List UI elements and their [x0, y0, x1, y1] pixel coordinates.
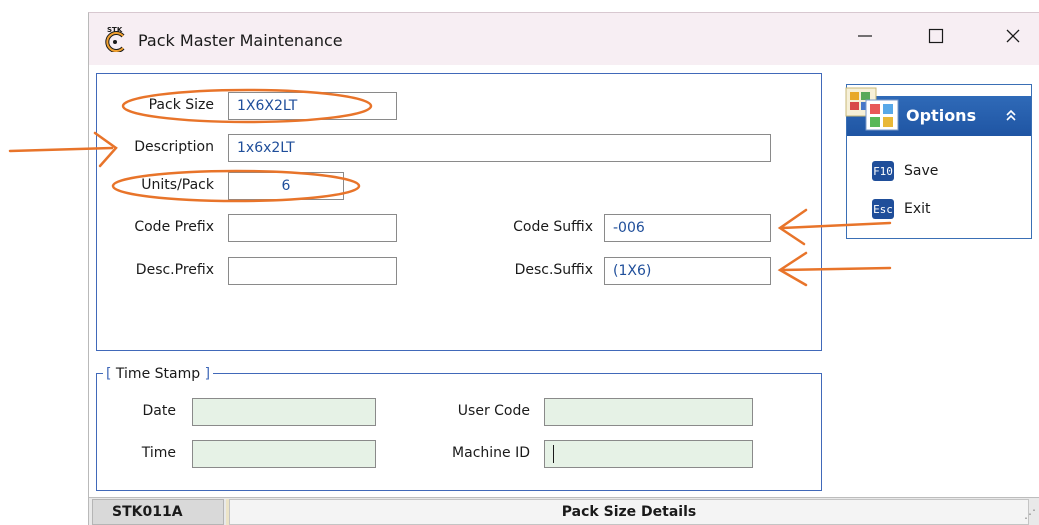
- date-label: Date: [142, 403, 176, 419]
- time-field[interactable]: [192, 440, 376, 468]
- pack-size-label: Pack Size: [148, 97, 214, 113]
- code-prefix-field[interactable]: [228, 214, 397, 242]
- window-title: Pack Master Maintenance: [138, 31, 343, 50]
- minimize-button[interactable]: [843, 20, 887, 52]
- desc-suffix-field[interactable]: (1X6): [604, 257, 771, 285]
- time-stamp-title: Time Stamp: [115, 366, 201, 382]
- status-message: Pack Size Details: [229, 499, 1029, 525]
- units-pack-label: Units/Pack: [141, 177, 214, 193]
- description-label: Description: [134, 139, 214, 155]
- description-field[interactable]: 1x6x2LT: [228, 134, 771, 162]
- time-label: Time: [141, 445, 176, 461]
- exit-label: Exit: [904, 201, 931, 217]
- options-grid-icon: [844, 86, 900, 138]
- save-label: Save: [904, 163, 939, 179]
- options-title: Options: [906, 106, 977, 125]
- resize-grip-icon[interactable]: ⋰: [1024, 507, 1036, 521]
- close-button[interactable]: [991, 20, 1035, 52]
- text-caret: [553, 445, 554, 463]
- desc-prefix-label: Desc.Prefix: [135, 262, 214, 278]
- options-collapse-button[interactable]: [1000, 104, 1022, 126]
- machine-id-label: Machine ID: [452, 445, 530, 461]
- code-suffix-field[interactable]: -006: [604, 214, 771, 242]
- time-stamp-group: [96, 373, 822, 491]
- user-code-field[interactable]: [544, 398, 753, 426]
- desc-prefix-field[interactable]: [228, 257, 397, 285]
- minimize-icon: [858, 35, 872, 37]
- close-icon: [1006, 29, 1020, 43]
- user-code-label: User Code: [457, 403, 530, 419]
- maximize-button[interactable]: [914, 20, 958, 52]
- machine-id-field[interactable]: [544, 440, 753, 468]
- desc-suffix-label: Desc.Suffix: [514, 262, 593, 278]
- code-suffix-label: Code Suffix: [513, 219, 593, 235]
- pack-size-field[interactable]: 1X6X2LT: [228, 92, 397, 120]
- maximize-icon: [928, 28, 944, 44]
- app-icon: STK: [103, 24, 131, 53]
- status-program-code: STK011A: [92, 499, 224, 525]
- f10-key-icon: F10: [872, 161, 894, 181]
- chevron-up-double-icon: [1006, 109, 1016, 121]
- date-field[interactable]: [192, 398, 376, 426]
- time-stamp-legend: [ Time Stamp ]: [103, 366, 214, 382]
- save-option[interactable]: F10 Save: [872, 161, 938, 181]
- code-prefix-label: Code Prefix: [134, 219, 214, 235]
- pack-details-panel: [96, 73, 822, 351]
- esc-key-icon: Esc: [872, 199, 894, 219]
- exit-option[interactable]: Esc Exit: [872, 199, 931, 219]
- units-pack-field[interactable]: 6: [228, 172, 344, 200]
